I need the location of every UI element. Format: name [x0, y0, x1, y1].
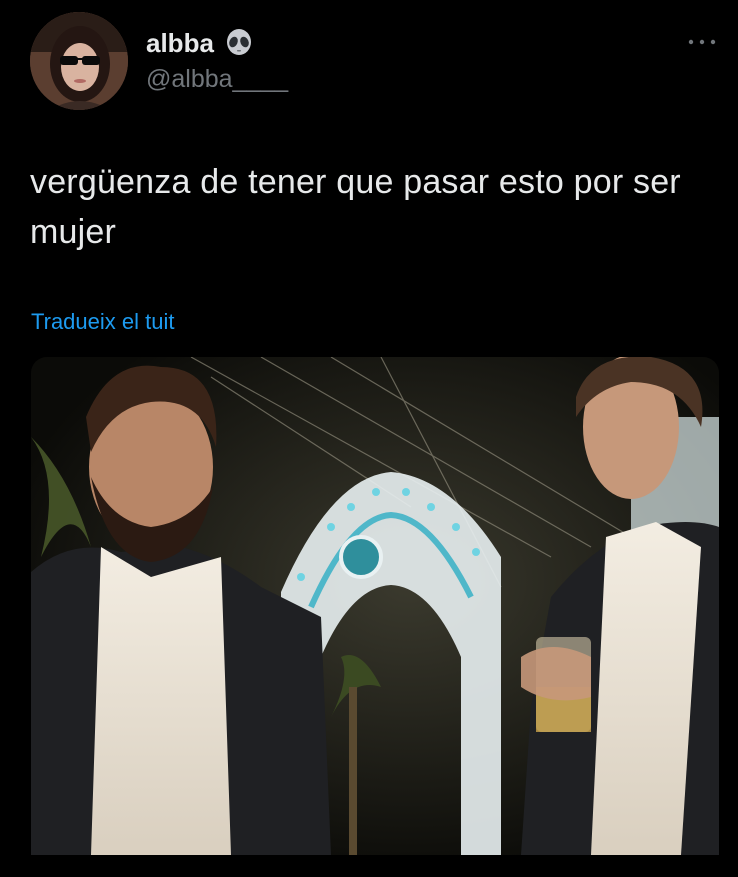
display-name[interactable]: albba — [146, 26, 214, 60]
author-info: albba @albba____ — [146, 26, 288, 94]
more-horizontal-icon — [688, 39, 716, 45]
alien-emoji-icon — [224, 28, 254, 58]
avatar[interactable] — [30, 12, 128, 110]
tweet-text: vergüenza de tener que pasar esto por se… — [30, 163, 681, 251]
avatar-photo-icon — [30, 12, 128, 110]
display-name-row: albba — [146, 26, 288, 60]
tweet: albba @albba____ vergüenza de tener que … — [0, 0, 738, 877]
video-photo-icon — [31, 357, 719, 855]
tweet-media[interactable] — [31, 357, 719, 877]
more-options-button[interactable] — [684, 32, 720, 52]
translate-tweet-link[interactable]: Tradueix el tuit — [31, 308, 174, 336]
user-handle[interactable]: @albba____ — [146, 64, 288, 94]
